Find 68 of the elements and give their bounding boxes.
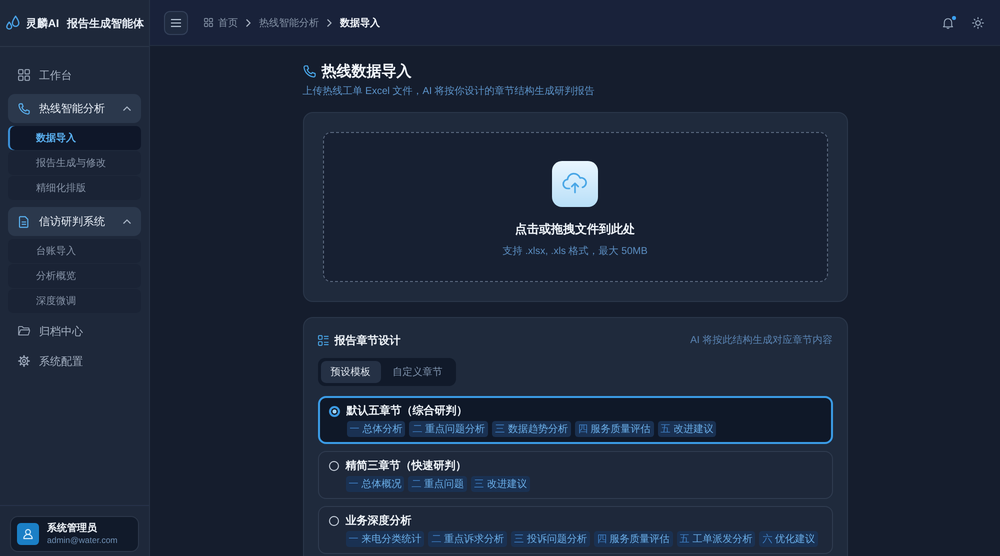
bell-icon[interactable] — [942, 16, 954, 28]
tab[interactable]: 预设模板 — [320, 361, 380, 383]
nav-subitem[interactable]: 台账导入 — [8, 239, 141, 263]
chevron-right-icon — [327, 18, 332, 26]
nav-item[interactable]: 归档中心 — [8, 317, 141, 345]
radio-button[interactable] — [328, 516, 338, 526]
folder-icon — [18, 325, 30, 337]
breadcrumb-current: 数据导入 — [340, 16, 380, 30]
page-title: 热线数据导入 — [322, 62, 412, 80]
chapter-tag: 三 改进建议 — [471, 476, 530, 492]
user-card[interactable]: 系统管理员 admin@water.com — [10, 516, 139, 552]
nav-subitem[interactable]: 深度微调 — [8, 289, 141, 313]
section-title: 报告章节设计 — [334, 334, 400, 348]
upload-dropzone[interactable]: 点击或拖拽文件到此处 支持 .xlsx, .xls 格式，最大 50MB — [322, 132, 828, 282]
nav-group-header[interactable]: 信访研判系统 — [8, 207, 141, 236]
product-name: 报告生成智能体 — [67, 16, 144, 30]
breadcrumb-link[interactable]: 首页 — [204, 16, 238, 30]
chapter-tag: 四 服务质量评估 — [594, 531, 673, 547]
template-name: 业务深度分析 — [346, 514, 412, 528]
phone-icon — [302, 64, 316, 78]
chapter-tag: 二 重点问题分析 — [409, 421, 488, 437]
template-name: 默认五章节（综合研判） — [346, 404, 468, 418]
nav-item[interactable]: 工作台 — [8, 61, 141, 89]
chapter-tag: 一 来电分类统计 — [346, 531, 424, 547]
brand-name: 灵麟AI — [26, 16, 59, 30]
breadcrumb-link[interactable]: 热线智能分析 — [259, 16, 319, 30]
settings-icon — [18, 355, 30, 367]
chapter-tag: 一 总体分析 — [346, 421, 406, 437]
radio-button[interactable] — [328, 406, 340, 417]
chapter-tag: 五 工单派发分析 — [676, 531, 756, 547]
cloud-upload-icon — [552, 161, 598, 207]
water-drops-icon — [5, 15, 21, 31]
phone-icon — [18, 102, 30, 114]
chapter-tag: 二 重点问题 — [408, 476, 468, 492]
nav-subitem[interactable]: 分析概览 — [8, 264, 141, 288]
chapter-tag: 三 投诉问题分析 — [511, 531, 590, 547]
user-name: 系统管理员 — [47, 522, 98, 535]
nav-group-header[interactable]: 热线智能分析 — [8, 94, 141, 123]
menu-button[interactable] — [164, 10, 188, 34]
grid-icon — [204, 18, 213, 27]
chevron-right-icon — [246, 18, 251, 26]
nav-subitem[interactable]: 数据导入 — [8, 126, 141, 150]
nav-item[interactable]: 系统配置 — [8, 347, 141, 375]
upload-hint: 支持 .xlsx, .xls 格式，最大 50MB — [502, 244, 648, 258]
user-email: admin@water.com — [47, 534, 118, 546]
grid-icon — [18, 69, 30, 81]
radio-button[interactable] — [328, 461, 338, 471]
template-name: 精简三章节（快速研判） — [346, 458, 466, 473]
list-icon — [318, 334, 328, 346]
section-note: AI 将按此结构生成对应章节内容 — [690, 334, 832, 347]
chapter-tag: 一 总体概况 — [346, 476, 404, 492]
tab[interactable]: 自定义章节 — [382, 361, 452, 383]
avatar-icon — [17, 523, 39, 545]
menu-icon — [171, 18, 181, 26]
template-option[interactable]: 默认五章节（综合研判） 一 总体分析 二 重点问题分析 三 数据趋势分析 四 服务质量评估 五 改进建议 — [318, 396, 832, 444]
template-option[interactable]: 精简三章节（快速研判） 一 总体概况 二 重点问题 三 改进建议 — [318, 451, 832, 499]
document-icon — [18, 216, 30, 228]
upload-prompt: 点击或拖拽文件到此处 — [515, 221, 635, 238]
nav-subitem[interactable]: 精细化排版 — [8, 176, 141, 200]
chapter-tag: 三 数据趋势分析 — [492, 421, 571, 437]
page-subtitle: 上传热线工单 Excel 文件，AI 将按你设计的章节结构生成研判报告 — [302, 84, 596, 98]
template-option[interactable]: 业务深度分析 一 来电分类统计 二 重点诉求分析 三 投诉问题分析 四 服务质量评估 五 工单派发分析 六 优化建议 — [318, 506, 832, 554]
chapter-tag: 六 优化建议 — [759, 531, 818, 547]
chapter-tag: 四 服务质量评估 — [574, 421, 654, 437]
chapter-tag: 二 重点诉求分析 — [428, 531, 508, 547]
sun-icon[interactable] — [972, 16, 984, 28]
chapter-tag: 五 改进建议 — [658, 421, 716, 437]
nav-subitem[interactable]: 报告生成与修改 — [8, 151, 141, 175]
